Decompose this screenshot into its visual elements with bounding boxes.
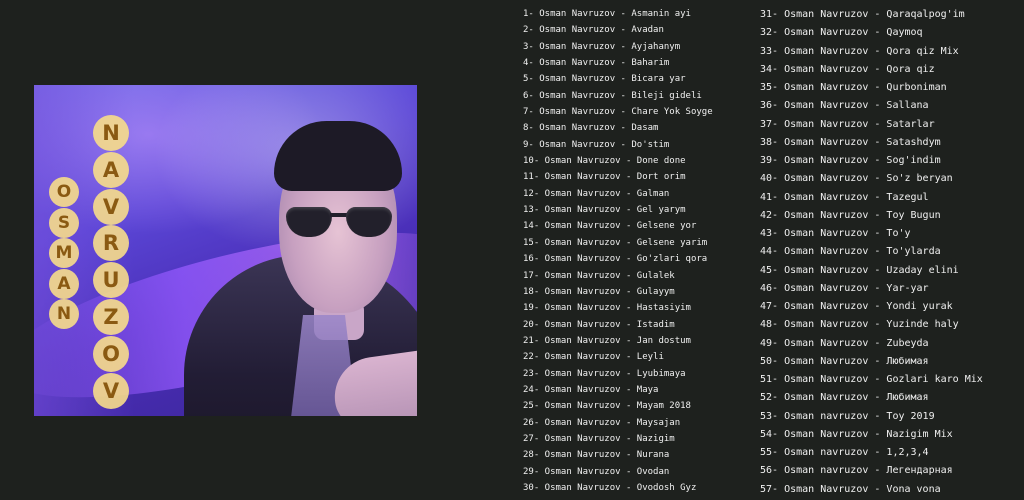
app-screen: NAVRUZOV OSMAN 1- Osman Navruzov - Asman… [0,0,1024,500]
track-item[interactable]: 34- Osman Navruzov - Qora qiz [760,61,983,79]
track-item[interactable]: 40- Osman Navruzov - So'z beryan [760,170,983,188]
title-letter-circle: O [93,335,129,372]
track-item[interactable]: 52- Osman Navruzov - Любимая [760,389,983,407]
track-item[interactable]: 53- Osman navruzov - Toy 2019 [760,408,983,426]
track-list-column-2: 31- Osman Navruzov - Qaraqalpog'im 32- Os… [760,6,983,499]
track-item[interactable]: 6- Osman Navruzov - Bileji gideli [523,88,713,104]
track-item[interactable]: 28- Osman Navruzov - Nurana [523,447,713,463]
title-letter-circle: V [93,372,129,409]
track-item[interactable]: 26- Osman Navruzov - Maysajan [523,415,713,431]
track-item[interactable]: 15- Osman Navruzov - Gelsene yarim [523,235,713,251]
track-item[interactable]: 22- Osman Navruzov - Leyli [523,349,713,365]
track-item[interactable]: 7- Osman Navruzov - Chare Yok Soyge [523,104,713,120]
track-item[interactable]: 5- Osman Navruzov - Bicara yar [523,71,713,87]
track-item[interactable]: 13- Osman Navruzov - Gel yarym [523,202,713,218]
track-item[interactable]: 57- Osman Navruzov - Vona vona [760,481,983,499]
track-item[interactable]: 14- Osman Navruzov - Gelsene yor [523,218,713,234]
track-item[interactable]: 47- Osman Navruzov - Yondi yurak [760,298,983,316]
track-item[interactable]: 2- Osman Navruzov - Avadan [523,22,713,38]
track-item[interactable]: 55- Osman navruzov - 1,2,3,4 [760,444,983,462]
track-item[interactable]: 41- Osman Navruzov - Tazegul [760,189,983,207]
track-item[interactable]: 44- Osman Navruzov - To'ylarda [760,243,983,261]
title-letter-circle: Z [93,298,129,335]
track-item[interactable]: 48- Osman Navruzov - Yuzinde haly [760,316,983,334]
title-letter-circle: O [49,177,79,207]
track-item[interactable]: 17- Osman Navruzov - Gulalek [523,268,713,284]
track-item[interactable]: 49- Osman Navruzov - Zubeyda [760,335,983,353]
track-item[interactable]: 43- Osman Navruzov - To'y [760,225,983,243]
track-item[interactable]: 4- Osman Navruzov - Baharim [523,55,713,71]
track-item[interactable]: 45- Osman Navruzov - Uzaday elini [760,262,983,280]
track-item[interactable]: 46- Osman Navruzov - Yar-yar [760,280,983,298]
track-item[interactable]: 29- Osman Navruzov - Ovodan [523,464,713,480]
track-item[interactable]: 10- Osman Navruzov - Done done [523,153,713,169]
track-item[interactable]: 12- Osman Navruzov - Galman [523,186,713,202]
track-item[interactable]: 54- Osman Navruzov - Nazigim Mix [760,426,983,444]
title-letter-circle: U [93,262,129,299]
track-item[interactable]: 8- Osman Navruzov - Dasam [523,120,713,136]
album-cover [34,85,417,416]
track-item[interactable]: 20- Osman Navruzov - Istadim [523,317,713,333]
track-item[interactable]: 19- Osman Navruzov - Hastasiyim [523,300,713,316]
title-letter-circle: N [49,299,79,330]
track-item[interactable]: 37- Osman Navruzov - Satarlar [760,116,983,134]
track-item[interactable]: 30- Osman Navruzov - Ovodosh Gyz [523,480,713,496]
track-item[interactable]: 56- Osman navruzov - Легендарная [760,462,983,480]
cover-artist-hair [274,121,402,191]
track-item[interactable]: 24- Osman Navruzov - Maya [523,382,713,398]
track-item[interactable]: 1- Osman Navruzov - Asmanin ayi [523,6,713,22]
track-item[interactable]: 27- Osman Navruzov - Nazigim [523,431,713,447]
track-item[interactable]: 23- Osman Navruzov - Lyubimaya [523,366,713,382]
track-item[interactable]: 35- Osman Navruzov - Qurboniman [760,79,983,97]
title-letter-circle: N [93,115,129,151]
title-letter-circle: M [49,238,79,269]
track-item[interactable]: 51- Osman Navruzov - Gozlari karo Mix [760,371,983,389]
track-item[interactable]: 50- Osman Navruzov - Любимая [760,353,983,371]
track-list-column-1: 1- Osman Navruzov - Asmanin ayi 2- Osman … [523,6,713,496]
track-item[interactable]: 32- Osman Navruzov - Qaymoq [760,24,983,42]
track-item[interactable]: 3- Osman Navruzov - Ayjahanym [523,39,713,55]
title-letter-circle: R [93,225,129,262]
track-item[interactable]: 11- Osman Navruzov - Dort orim [523,169,713,185]
track-item[interactable]: 42- Osman Navruzov - Toy Bugun [760,207,983,225]
track-item[interactable]: 38- Osman Navruzov - Satashdym [760,134,983,152]
track-item[interactable]: 16- Osman Navruzov - Go'zlari qora [523,251,713,267]
title-letter-circle: V [93,188,129,225]
track-item[interactable]: 36- Osman Navruzov - Sallana [760,97,983,115]
title-letter-circle: A [93,151,129,188]
track-item[interactable]: 18- Osman Navruzov - Gulayym [523,284,713,300]
cover-title-firstname: OSMAN [49,177,79,330]
track-item[interactable]: 21- Osman Navruzov - Jan dostum [523,333,713,349]
cover-title-surname: NAVRUZOV [93,115,129,409]
track-item[interactable]: 33- Osman Navruzov - Qora qiz Mix [760,43,983,61]
track-item[interactable]: 9- Osman Navruzov - Do'stim [523,137,713,153]
track-item[interactable]: 25- Osman Navruzov - Mayam 2018 [523,398,713,414]
title-letter-circle: A [49,268,79,299]
title-letter-circle: S [49,207,79,238]
track-item[interactable]: 39- Osman Navruzov - Sog'indim [760,152,983,170]
track-item[interactable]: 31- Osman Navruzov - Qaraqalpog'im [760,6,983,24]
